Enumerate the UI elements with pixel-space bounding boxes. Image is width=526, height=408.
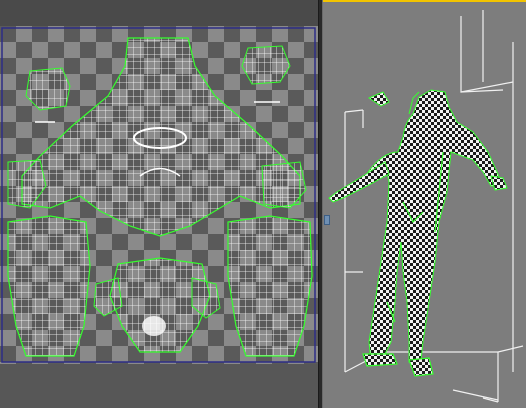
uv-canvas[interactable]	[0, 26, 318, 364]
viewport-selection-marker	[324, 215, 330, 225]
uv-editor-toolbar	[0, 0, 318, 27]
uv-island-leg-left[interactable]	[7, 215, 91, 357]
uv-editor-panel[interactable]	[0, 0, 318, 408]
uv-canvas-svg[interactable]	[0, 26, 318, 364]
creature-model[interactable]	[328, 89, 508, 377]
uv-editor-statusbar	[0, 364, 318, 408]
perspective-viewport[interactable]	[323, 0, 526, 408]
uv-island-leg-right[interactable]	[227, 215, 313, 357]
viewport-svg[interactable]	[323, 2, 526, 408]
